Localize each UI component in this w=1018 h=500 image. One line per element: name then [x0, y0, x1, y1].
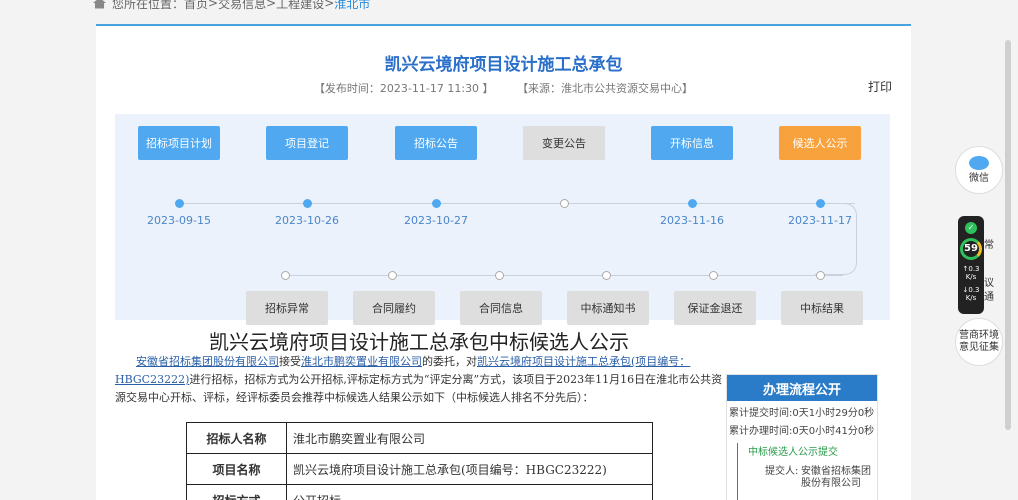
float-peek[interactable]: 通: [984, 288, 994, 303]
step-line: [737, 443, 738, 500]
flow-btn-result[interactable]: 中标结果: [781, 291, 863, 325]
timeline-date: 2023-10-26: [275, 214, 339, 227]
download-speed: ↓0.3 K/s: [962, 286, 980, 302]
upload-speed: ↑0.3 K/s: [962, 265, 980, 281]
timeline-dot: [432, 199, 441, 208]
process-panel: 办理流程公开 累计提交时间:0天1小时29分0秒 累计办理时间:0天0小时41分…: [726, 374, 878, 500]
crumb-engineering[interactable]: 工程建设: [276, 0, 324, 12]
crumb-current[interactable]: 淮北市: [334, 0, 370, 12]
timeline-dot: [175, 199, 184, 208]
timeline-date: 2023-11-16: [660, 214, 724, 227]
breadcrumb: 您所在位置： 首页 > 交易信息 > 工程建设 > 淮北市: [93, 0, 370, 12]
timeline-dot: [816, 199, 825, 208]
timeline-date: 2023-09-15: [147, 214, 211, 227]
table-row: 项目名称 凯兴云境府项目设计施工总承包(项目编号：HBGC23222): [186, 453, 653, 485]
home-icon: [93, 0, 106, 9]
timeline-dot: [495, 271, 504, 280]
print-link[interactable]: 打印: [868, 78, 892, 95]
shield-icon: ✓: [965, 222, 977, 234]
process-step: 中标候选人公示提交: [748, 447, 838, 458]
float-peek[interactable]: 议: [984, 274, 994, 289]
scrollbar[interactable]: [1005, 40, 1011, 430]
candidate-table: 招标人名称 淮北市鹏奕置业有限公司 项目名称 凯兴云境府项目设计施工总承包(项目编号…: [186, 422, 653, 500]
timeline-bottom: [283, 275, 843, 276]
crumb-trade[interactable]: 交易信息: [218, 0, 266, 12]
speed-widget[interactable]: ✓ 59 ↑0.3 K/s ↓0.3 K/s: [958, 216, 984, 314]
handle-time: 累计办理时间:0天0小时41分0秒: [729, 426, 875, 437]
timeline-dot: [816, 271, 825, 280]
process-flow: 招标项目计划 项目登记 招标公告 变更公告 开标信息 候选人公示 2023-09…: [115, 114, 890, 325]
timeline-dot: [602, 271, 611, 280]
agent-link[interactable]: 安徽省招标集团股份有限公司: [136, 355, 279, 368]
source: 【来源：淮北市公共资源交易中心】: [517, 82, 694, 95]
flow-btn-contract[interactable]: 合同信息: [460, 291, 542, 325]
timeline-dot: [281, 271, 290, 280]
timeline-top: [175, 203, 855, 204]
crumb-home[interactable]: 首页: [184, 0, 208, 12]
publish-time: 【发布时间：2023-11-17 11:30 】: [313, 82, 494, 95]
timeline-dot: [688, 199, 697, 208]
timeline-dot: [560, 199, 569, 208]
timeline-dot: [709, 271, 718, 280]
flow-btn-announce[interactable]: 招标公告: [395, 126, 477, 160]
env-feedback-button[interactable]: 营商环境意见征集: [955, 318, 1003, 366]
total-time: 累计提交时间:0天1小时29分0秒: [729, 408, 875, 419]
score-ring: 59: [960, 238, 982, 260]
process-title: 办理流程公开: [727, 375, 877, 401]
table-row: 招标人名称 淮北市鹏奕置业有限公司: [186, 422, 653, 454]
flow-btn-change[interactable]: 变更公告: [523, 126, 605, 160]
flow-btn-abnormal[interactable]: 招标异常: [246, 291, 328, 325]
page-title: 凯兴云境府项目设计施工总承包: [384, 55, 623, 75]
submitter: 提交人: 安徽省招标集团股份有限公司: [765, 466, 871, 489]
flow-btn-register[interactable]: 项目登记: [266, 126, 348, 160]
timeline-date: 2023-10-27: [404, 214, 468, 227]
timeline-dot: [303, 199, 312, 208]
flow-btn-candidate[interactable]: 候选人公示: [779, 126, 861, 160]
meta-info: 【发布时间：2023-11-17 11:30 】 【来源：淮北市公共资源交易中心…: [96, 80, 911, 96]
timeline-dot: [388, 271, 397, 280]
notice-heading: 凯兴云境府项目设计施工总承包中标候选人公示: [209, 330, 629, 354]
wechat-button[interactable]: 微信: [955, 146, 1003, 194]
flow-btn-deposit[interactable]: 保证金退还: [674, 291, 756, 325]
timeline-date: 2023-11-17: [788, 214, 852, 227]
flow-btn-open[interactable]: 开标信息: [651, 126, 733, 160]
flow-btn-plan[interactable]: 招标项目计划: [138, 126, 220, 160]
notice-paragraph: 安徽省招标集团股份有限公司接受淮北市鹏奕置业有限公司的委托，对凯兴云境府项目设计…: [115, 355, 723, 404]
flow-btn-performance[interactable]: 合同履约: [353, 291, 435, 325]
table-row: 招标方式公开招标: [186, 484, 653, 500]
wechat-icon: [969, 155, 989, 170]
owner-link[interactable]: 淮北市鹏奕置业有限公司: [301, 355, 422, 368]
flow-btn-notice[interactable]: 中标通知书: [567, 291, 649, 325]
float-peek[interactable]: 常: [984, 236, 994, 251]
